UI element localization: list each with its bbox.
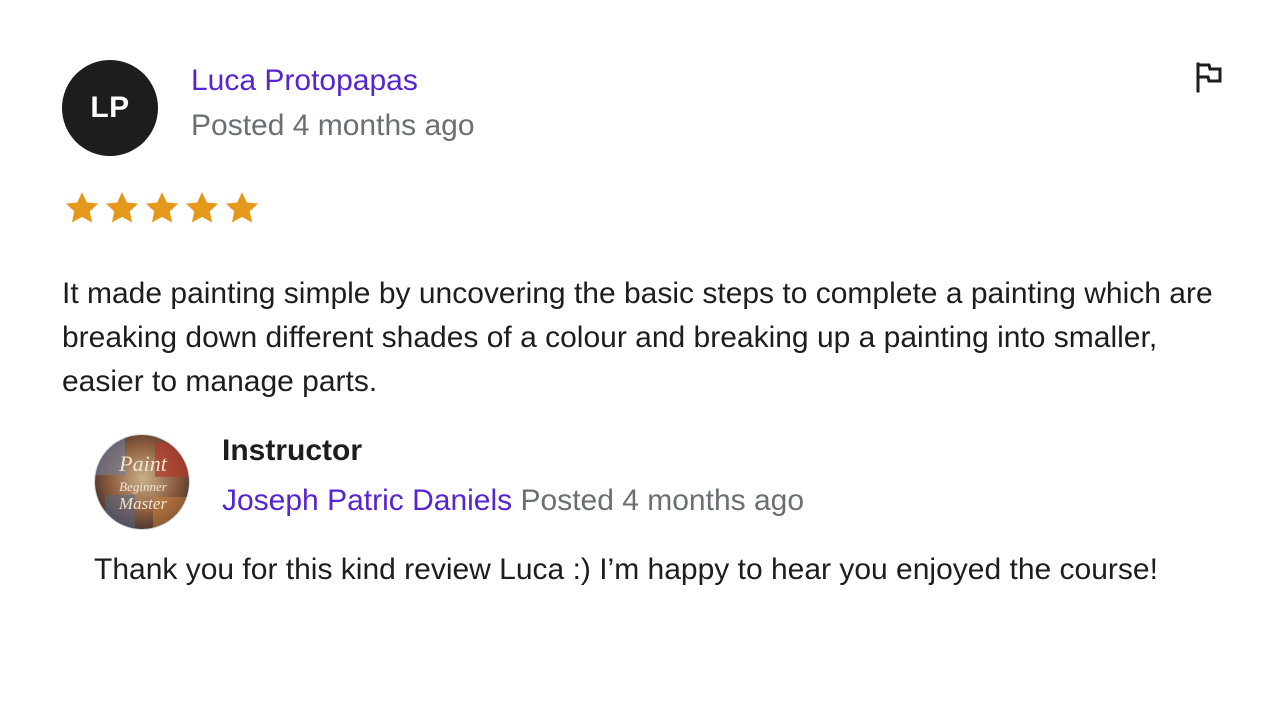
- instructor-avatar: Paint Beginner Master: [94, 434, 190, 530]
- svg-text:Beginner: Beginner: [119, 479, 168, 494]
- instructor-name-link[interactable]: Joseph Patric Daniels: [222, 484, 512, 517]
- response-posted-time: Posted 4 months ago: [520, 484, 805, 517]
- instructor-meta-line: Joseph Patric Daniels Posted 4 months ag…: [222, 484, 804, 518]
- star-rating: [62, 188, 262, 228]
- star-icon: [145, 192, 179, 223]
- reviewer-name-link[interactable]: Luca Protopapas: [191, 64, 418, 98]
- review-posted-time: Posted 4 months ago: [191, 109, 475, 142]
- star-icon: [185, 192, 219, 223]
- flag-icon[interactable]: [1192, 60, 1226, 94]
- review-text: It made painting simple by uncovering th…: [62, 277, 1213, 398]
- avatar-initials: LP: [90, 91, 130, 124]
- svg-text:Master: Master: [118, 494, 168, 513]
- response-text: Thank you for this kind review Luca :) I…: [94, 553, 1158, 586]
- star-icon: [65, 192, 99, 223]
- svg-text:Paint: Paint: [118, 451, 168, 476]
- paint-beginner-master-logo: Paint Beginner Master: [95, 435, 189, 529]
- instructor-role-label: Instructor: [222, 434, 363, 467]
- star-icon: [105, 192, 139, 223]
- star-icon: [225, 192, 259, 223]
- reviewer-avatar: LP: [62, 60, 158, 156]
